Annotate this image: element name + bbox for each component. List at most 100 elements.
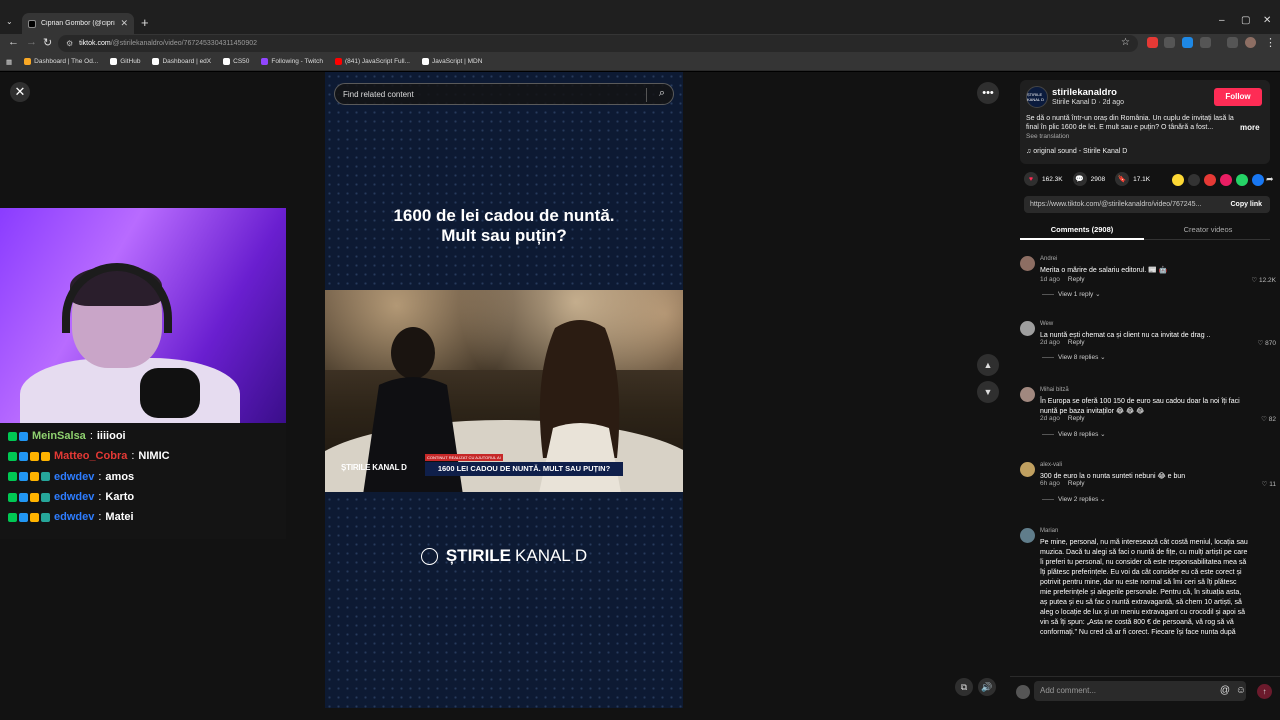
- emoji-icon[interactable]: ☺: [1236, 685, 1246, 696]
- extension-blue-icon[interactable]: [1182, 37, 1193, 48]
- creator-username[interactable]: stirilekanaldro: [1052, 87, 1117, 98]
- maximize-icon[interactable]: ▢: [1241, 15, 1250, 26]
- commenter-name[interactable]: Wew: [1040, 321, 1053, 327]
- chat-username[interactable]: edwdev: [54, 511, 94, 523]
- site-info-icon[interactable]: ⚙: [66, 39, 73, 48]
- comment-likes[interactable]: ♡ 11: [1262, 480, 1276, 488]
- tab-close-icon[interactable]: ✕: [120, 18, 128, 29]
- browser-menu-icon[interactable]: ⋮: [1265, 36, 1276, 49]
- reply-button[interactable]: Reply: [1068, 276, 1085, 283]
- chat-username[interactable]: edwdev: [54, 491, 94, 503]
- bookmark-icon[interactable]: 🔖: [1115, 172, 1130, 186]
- bookmark-item[interactable]: Dashboard | edX: [152, 58, 211, 65]
- video-link-box[interactable]: https://www.tiktok.com/@stirilekanaldro/…: [1024, 196, 1270, 213]
- chat-badges: [8, 492, 50, 502]
- extension-shield-icon[interactable]: [1147, 37, 1158, 48]
- commenter-name[interactable]: alex-vali: [1040, 462, 1062, 468]
- address-bar[interactable]: ⚙ tiktok.com/@stirilekanaldro/video/7672…: [58, 35, 1138, 52]
- reload-icon[interactable]: ↻: [43, 36, 52, 49]
- next-video-button[interactable]: ▼: [977, 381, 999, 403]
- commenter-avatar[interactable]: [1020, 387, 1035, 402]
- more-link[interactable]: more: [1240, 123, 1260, 132]
- commenter-name[interactable]: Mihai bitză: [1040, 387, 1069, 393]
- reply-button[interactable]: Reply: [1068, 339, 1085, 346]
- bookmark-item[interactable]: CS50: [223, 58, 249, 65]
- bookmark-item[interactable]: Dashboard | The Od...: [24, 58, 98, 65]
- previous-video-button[interactable]: ▲: [977, 354, 999, 376]
- share-arrow-icon[interactable]: ➦: [1266, 174, 1278, 186]
- see-translation-link[interactable]: See translation: [1026, 133, 1069, 140]
- chat-badge-icon: [8, 492, 17, 502]
- sound-row[interactable]: ♫ original sound - Stirile Kanal D: [1026, 148, 1127, 155]
- view-replies-button[interactable]: View 8 replies ⌄: [1042, 353, 1106, 361]
- search-input[interactable]: Find related content: [343, 90, 414, 99]
- share-red-icon[interactable]: [1204, 174, 1216, 186]
- like-count: 162.3K: [1042, 175, 1063, 183]
- mention-icon[interactable]: @: [1220, 685, 1230, 696]
- extensions-puzzle-icon[interactable]: [1200, 37, 1211, 48]
- embed-icon[interactable]: [1188, 174, 1200, 186]
- view-replies-button[interactable]: View 2 replies ⌄: [1042, 495, 1106, 503]
- minimize-icon[interactable]: –: [1219, 15, 1225, 26]
- commenter-name[interactable]: Marian: [1040, 528, 1058, 534]
- bookmark-item[interactable]: Following - Twitch: [261, 58, 323, 65]
- chat-badge-icon: [30, 512, 39, 522]
- commenter-avatar[interactable]: [1020, 462, 1035, 477]
- copy-link-button[interactable]: Copy link: [1230, 196, 1262, 213]
- chat-username[interactable]: edwdev: [54, 471, 94, 483]
- bookmark-item[interactable]: JavaScript | MDN: [421, 58, 482, 65]
- chat-separator: :: [89, 430, 93, 443]
- video-headline-line2: Mult sau puțin?: [441, 226, 567, 245]
- reply-button[interactable]: Reply: [1068, 480, 1085, 487]
- search-icon[interactable]: ⌕: [659, 87, 665, 100]
- chat-username[interactable]: MeinSalsa: [32, 430, 86, 442]
- bookmark-item[interactable]: (841) JavaScript Full...: [334, 58, 410, 65]
- follow-button[interactable]: Follow: [1214, 88, 1262, 106]
- facebook-icon[interactable]: [1252, 174, 1264, 186]
- commenter-avatar[interactable]: [1020, 528, 1035, 543]
- bookmark-favicon-icon: [261, 58, 269, 65]
- new-tab-icon[interactable]: +: [141, 15, 149, 30]
- view-replies-button[interactable]: View 8 replies ⌄: [1042, 430, 1106, 438]
- back-icon[interactable]: ←: [8, 36, 19, 48]
- comment-likes[interactable]: ♡ 82: [1261, 415, 1276, 423]
- comment-likes[interactable]: ♡ 12.2K: [1251, 276, 1276, 284]
- comment-icon[interactable]: 💬: [1072, 172, 1087, 186]
- media-control-icon[interactable]: [1227, 37, 1238, 48]
- commenter-name[interactable]: Andrei: [1040, 256, 1057, 262]
- reply-button[interactable]: Reply: [1068, 415, 1085, 422]
- apps-grid-icon[interactable]: ▦: [6, 58, 12, 66]
- profile-avatar-icon[interactable]: [1245, 37, 1256, 48]
- whatsapp-icon[interactable]: [1236, 174, 1248, 186]
- chat-badge-icon: [8, 431, 17, 441]
- creator-avatar[interactable]: ȘTIRILE KANAL D: [1026, 86, 1048, 108]
- tab-comments[interactable]: Comments (2908): [1020, 225, 1144, 234]
- volume-extension-icon[interactable]: [1164, 37, 1175, 48]
- related-search[interactable]: Find related content ⌕: [334, 83, 674, 105]
- browser-tab-active[interactable]: Ciprian Gombor (@ciprian... ✕: [22, 13, 134, 34]
- video-player[interactable]: 1600 de lei cadou de nuntă. Mult sau puț…: [325, 72, 683, 708]
- brand-light: KANAL D: [515, 546, 588, 565]
- window-close-icon[interactable]: ✕: [1263, 15, 1271, 26]
- like-icon[interactable]: ♥: [1024, 172, 1038, 186]
- tab-creator-videos[interactable]: Creator videos: [1146, 225, 1270, 234]
- share-emoji-icon[interactable]: [1172, 174, 1184, 186]
- forward-icon[interactable]: →: [26, 36, 37, 48]
- chat-message: Matteo_Cobra: NIMIC: [8, 446, 278, 466]
- more-options-button[interactable]: •••: [977, 82, 999, 104]
- bookmark-star-icon[interactable]: ☆: [1121, 37, 1130, 48]
- commenter-avatar[interactable]: [1020, 321, 1035, 336]
- share-pink-icon[interactable]: [1220, 174, 1232, 186]
- commenter-avatar[interactable]: [1020, 256, 1035, 271]
- chat-username[interactable]: Matteo_Cobra: [54, 450, 127, 462]
- send-icon[interactable]: ↑: [1257, 684, 1272, 699]
- comment-likes[interactable]: ♡ 870: [1258, 339, 1277, 347]
- volume-icon[interactable]: 🔊: [978, 678, 996, 696]
- view-replies-button[interactable]: View 1 reply ⌄: [1042, 290, 1101, 298]
- comment-input[interactable]: Add comment...: [1034, 681, 1246, 701]
- tab-search-chevron-icon[interactable]: ⌄: [6, 17, 13, 26]
- chat-text: Karto: [105, 491, 135, 504]
- autoscroll-icon[interactable]: ⧉: [955, 678, 973, 696]
- bookmark-item[interactable]: GitHub: [110, 58, 140, 65]
- close-video-button[interactable]: ✕: [10, 82, 30, 102]
